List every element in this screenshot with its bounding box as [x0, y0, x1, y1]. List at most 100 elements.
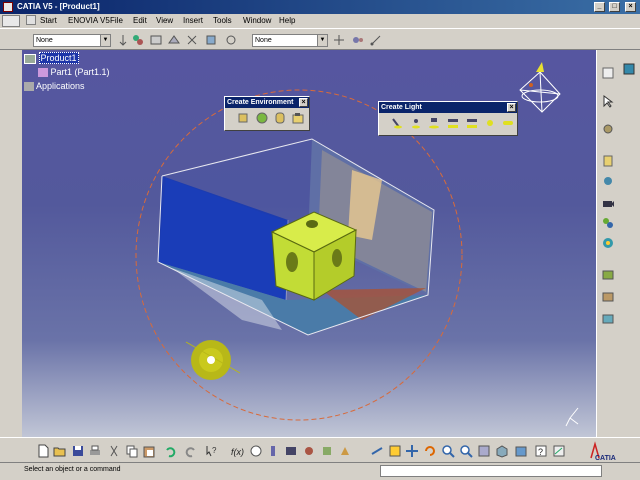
- command-input[interactable]: [380, 465, 602, 477]
- normal-view-icon[interactable]: [477, 444, 491, 458]
- tool-icon-r1[interactable]: [601, 66, 615, 80]
- close-icon[interactable]: ×: [299, 98, 308, 107]
- tool-icon-b4[interactable]: [338, 444, 352, 458]
- create-light-title-bar[interactable]: Create Light ×: [379, 102, 517, 113]
- tool-icon-r2[interactable]: [601, 122, 615, 136]
- tree-item-product[interactable]: Product1: [24, 52, 79, 64]
- rotate-icon[interactable]: [423, 444, 437, 458]
- cylinder-area-light-icon[interactable]: [501, 116, 515, 130]
- axis-triad: [565, 407, 579, 427]
- tool-icon-b3[interactable]: [320, 444, 334, 458]
- window-title-bar: CATIA V5 - [Product1] _ □ ×: [0, 0, 640, 14]
- pan-icon[interactable]: [405, 444, 419, 458]
- menu-edit[interactable]: Edit: [133, 16, 147, 25]
- applications-icon: [24, 82, 34, 92]
- cut-icon[interactable]: [107, 444, 121, 458]
- tool-icon-4[interactable]: [204, 33, 218, 47]
- tool-icon-r9[interactable]: [601, 312, 615, 326]
- product-icon: [24, 53, 36, 64]
- cylindrical-environment-icon[interactable]: [273, 111, 287, 125]
- image-environment-icon[interactable]: [291, 111, 305, 125]
- tool-icon-r7[interactable]: [601, 268, 615, 282]
- menu-insert[interactable]: Insert: [183, 16, 203, 25]
- save-icon[interactable]: [71, 444, 85, 458]
- tool-icon-8[interactable]: [369, 33, 383, 47]
- point-light-icon[interactable]: [409, 116, 423, 130]
- create-environment-title-bar[interactable]: Create Environment ×: [225, 97, 309, 108]
- chevron-down-icon[interactable]: ▼: [317, 35, 327, 46]
- tool-icon-5[interactable]: [224, 33, 238, 47]
- directional-light-icon[interactable]: [427, 116, 441, 130]
- views-icon[interactable]: [495, 444, 509, 458]
- redo-icon[interactable]: [184, 444, 198, 458]
- tree-item-applications[interactable]: Applications: [24, 81, 85, 92]
- box-environment-icon[interactable]: [236, 111, 250, 125]
- tool-icon-r10[interactable]: [622, 62, 636, 76]
- zoom-in-icon[interactable]: [441, 444, 455, 458]
- menu-file[interactable]: File: [110, 16, 123, 25]
- tree-item-part[interactable]: Part1 (Part1.1): [38, 67, 110, 78]
- tool-icon-b2[interactable]: [302, 444, 316, 458]
- print-icon[interactable]: [88, 444, 102, 458]
- layer-combo[interactable]: None ▼: [33, 34, 111, 47]
- menu-tools[interactable]: Tools: [213, 16, 232, 25]
- close-icon[interactable]: ×: [507, 103, 516, 112]
- menu-window[interactable]: Window: [243, 16, 271, 25]
- open-icon[interactable]: [53, 444, 67, 458]
- close-button[interactable]: ×: [625, 2, 636, 12]
- copy-icon[interactable]: [125, 444, 139, 458]
- tool-icon-r3[interactable]: [601, 154, 615, 168]
- rectangular-area-light-icon[interactable]: [446, 116, 460, 130]
- tool-icon-2[interactable]: [167, 33, 181, 47]
- parameters-icon[interactable]: [266, 444, 280, 458]
- tool-icon-3[interactable]: [185, 33, 199, 47]
- fit-all-icon[interactable]: [388, 444, 402, 458]
- create-light-title: Create Light: [381, 104, 422, 111]
- camera-icon[interactable]: [601, 196, 615, 210]
- whats-this-icon[interactable]: ?: [204, 444, 218, 458]
- create-environment-toolbar: Create Environment ×: [224, 96, 310, 131]
- tool-icon-b1[interactable]: [284, 444, 298, 458]
- menu-enovia[interactable]: ENOVIA V5: [68, 16, 110, 25]
- disc-area-light-icon[interactable]: [465, 116, 479, 130]
- tool-icon-6[interactable]: [332, 33, 346, 47]
- menu-bar: Start ENOVIA V5 File Edit View Insert To…: [0, 14, 640, 39]
- knowledge-icon[interactable]: [249, 444, 263, 458]
- tool-icon-r4[interactable]: [601, 174, 615, 188]
- chevron-down-icon[interactable]: ▼: [100, 35, 110, 46]
- tool-icon-1[interactable]: [149, 33, 163, 47]
- new-icon[interactable]: [36, 444, 50, 458]
- menu-view[interactable]: View: [156, 16, 173, 25]
- spot-light-icon[interactable]: [389, 116, 403, 130]
- part-icon: [38, 68, 48, 78]
- tool-icon-r8[interactable]: [601, 290, 615, 304]
- menu-help[interactable]: Help: [279, 16, 295, 25]
- paste-icon[interactable]: [142, 444, 156, 458]
- render-style-icon[interactable]: [514, 444, 528, 458]
- maximize-button[interactable]: □: [609, 2, 620, 12]
- minimize-button[interactable]: _: [594, 2, 605, 12]
- fly-mode-icon[interactable]: [370, 444, 384, 458]
- catia-app-icon[interactable]: [3, 2, 13, 12]
- tool-icon-7[interactable]: [351, 33, 365, 47]
- zoom-out-icon[interactable]: [459, 444, 473, 458]
- undo-icon[interactable]: [163, 444, 177, 458]
- select-arrow-icon[interactable]: [601, 94, 615, 108]
- spherical-environment-icon[interactable]: [255, 111, 269, 125]
- graphic-props-icon[interactable]: [131, 33, 145, 47]
- pick-icon[interactable]: [116, 33, 130, 47]
- tool-icon-r6[interactable]: [601, 236, 615, 250]
- tool-icon-r5[interactable]: [601, 216, 615, 230]
- swap-visible-space-icon[interactable]: [552, 444, 566, 458]
- style-combo[interactable]: None ▼: [252, 34, 328, 47]
- bottom-toolbar: ? f(x) ? CATIA: [0, 437, 640, 462]
- hide-show-icon[interactable]: ?: [534, 444, 548, 458]
- svg-text:f(x): f(x): [231, 447, 244, 457]
- sphere-area-light-icon[interactable]: [483, 116, 497, 130]
- formula-icon[interactable]: f(x): [230, 444, 244, 458]
- svg-text:?: ?: [212, 446, 217, 455]
- layer-combo-value: None: [36, 37, 53, 44]
- menu-start[interactable]: Start: [40, 16, 57, 25]
- tree-part-label: Part1 (Part1.1): [50, 67, 110, 77]
- document-icon[interactable]: [2, 15, 20, 27]
